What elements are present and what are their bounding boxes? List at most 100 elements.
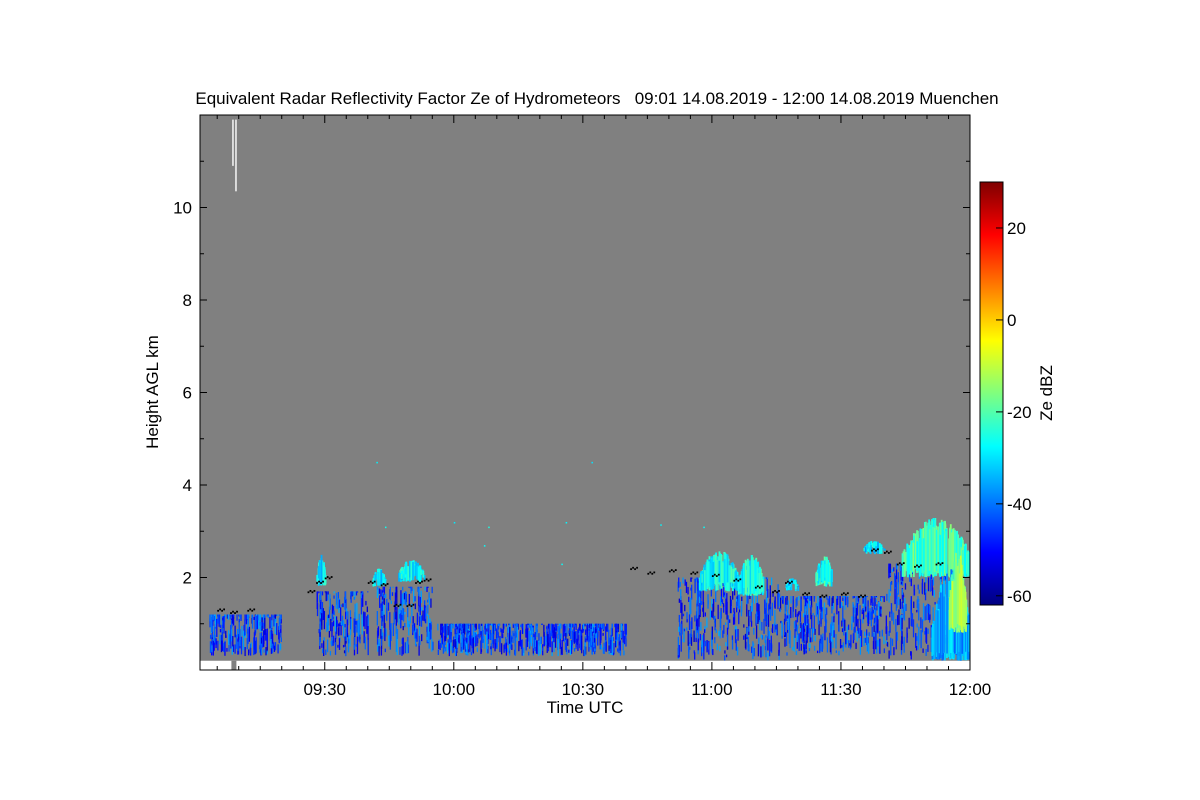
- precip-streak: [396, 628, 399, 639]
- cloud-base-point: [647, 572, 650, 575]
- precip-streak: [584, 629, 587, 635]
- precip-streak: [505, 623, 507, 627]
- precip-streak: [437, 649, 439, 655]
- precip-streak: [410, 586, 412, 594]
- cloud-base-point: [406, 605, 409, 608]
- cloud-base-point: [397, 605, 400, 608]
- precip-streak: [503, 623, 505, 629]
- precip-streak: [904, 597, 906, 612]
- cloud-base-point: [758, 586, 761, 589]
- precip-streak: [922, 603, 925, 622]
- precip-streak: [879, 630, 881, 637]
- precip-streak: [260, 637, 263, 644]
- precip-streak: [577, 629, 579, 637]
- cloud-base-point: [889, 550, 892, 553]
- precip-streak: [719, 645, 721, 652]
- precip-streak: [881, 596, 884, 598]
- precip-streak: [225, 630, 227, 638]
- precip-streak: [584, 642, 586, 656]
- precip-streak: [557, 623, 559, 625]
- precip-streak: [400, 590, 402, 606]
- precip-streak: [910, 578, 912, 582]
- precip-streak: [885, 640, 887, 644]
- precip-streak: [687, 586, 689, 595]
- precip-streak: [724, 650, 726, 654]
- precip-streak: [698, 617, 700, 627]
- precip-streak: [825, 614, 827, 633]
- precip-streak: [500, 627, 502, 633]
- precip-streak: [706, 640, 708, 653]
- cloud-base-point: [846, 592, 849, 595]
- cloud-base-point: [804, 592, 807, 595]
- precip-streak: [429, 618, 431, 623]
- precip-streak: [333, 610, 335, 616]
- precip-streak: [929, 614, 931, 620]
- cloud-base-point: [692, 571, 695, 574]
- precip-streak: [712, 649, 714, 656]
- precip-streak: [784, 613, 786, 622]
- precip-streak: [904, 583, 907, 590]
- cloud-echo: [908, 547, 910, 574]
- precip-streak: [231, 646, 233, 655]
- precip-streak: [590, 623, 592, 626]
- cloud-base-point: [386, 583, 389, 585]
- precip-streak: [786, 615, 789, 619]
- precip-streak: [427, 604, 429, 614]
- precip-streak: [764, 599, 766, 614]
- precip-streak: [442, 643, 445, 654]
- precip-streak: [691, 584, 693, 600]
- precip-streak: [774, 622, 776, 633]
- precip-streak: [498, 623, 500, 626]
- precip-streak: [239, 629, 241, 647]
- precip-streak: [680, 623, 683, 636]
- cloud-base-point: [249, 608, 252, 611]
- precip-streak: [704, 629, 706, 633]
- cloud-echo: [377, 572, 380, 586]
- precip-streak: [798, 596, 800, 601]
- precip-streak: [719, 611, 722, 627]
- precip-streak: [900, 581, 903, 585]
- cloud-base-point: [883, 552, 886, 554]
- precip-streak: [491, 623, 494, 641]
- precip-streak: [214, 614, 216, 616]
- precip-streak: [927, 628, 929, 634]
- precip-streak: [216, 619, 218, 637]
- cloud-base-point: [918, 565, 920, 568]
- precip-streak: [342, 603, 344, 608]
- cloud-echo: [875, 541, 877, 547]
- precip-streak: [808, 647, 811, 652]
- colorbar: -60 -40 -20 0 20 Ze dBZ: [979, 181, 1056, 606]
- precip-streak: [816, 650, 819, 654]
- cloud-base-point: [373, 580, 376, 583]
- cloud-echo: [941, 521, 944, 572]
- precip-streak: [805, 596, 807, 598]
- precip-streak: [701, 635, 704, 653]
- precip-streak: [731, 635, 734, 641]
- x-tick-label: 10:30: [562, 680, 605, 699]
- precip-streak: [547, 634, 549, 648]
- colorbar-tick-label: -60: [1007, 587, 1032, 606]
- precip-streak: [248, 626, 251, 642]
- precip-streak: [845, 596, 847, 606]
- precip-streak: [910, 651, 912, 660]
- precip-streak: [602, 633, 604, 636]
- cloud-echo: [966, 553, 969, 577]
- precip-streak: [552, 630, 554, 639]
- precip-streak: [247, 628, 249, 645]
- precip-streak: [781, 621, 783, 636]
- cloud-echo: [751, 557, 753, 592]
- cloud-base-point: [322, 580, 324, 583]
- precip-streak: [927, 577, 930, 592]
- cloud-base-point: [307, 591, 310, 594]
- cloud-echo: [735, 570, 738, 591]
- precip-streak: [889, 611, 891, 618]
- precip-streak: [873, 625, 875, 632]
- precip-streak: [888, 650, 890, 659]
- precip-streak: [505, 642, 508, 656]
- precip-streak: [723, 592, 725, 596]
- precip-streak: [769, 598, 771, 610]
- cloud-base-point: [670, 569, 673, 571]
- y-tick-label: 8: [183, 291, 192, 310]
- precip-streak: [367, 638, 369, 656]
- precip-streak: [389, 586, 392, 601]
